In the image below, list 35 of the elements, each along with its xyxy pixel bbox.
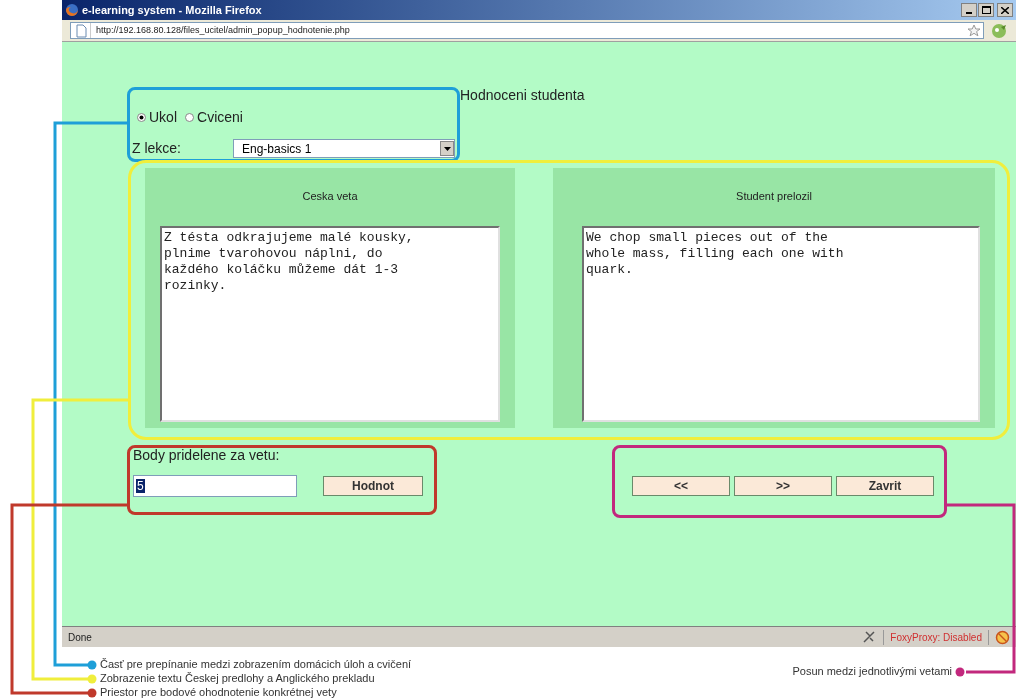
radio-button[interactable] xyxy=(185,112,194,122)
star-icon[interactable] xyxy=(967,23,981,38)
maximize-icon xyxy=(981,6,991,14)
browser-logo-icon xyxy=(65,3,79,17)
points-input-field[interactable]: 5 xyxy=(133,475,297,497)
close-icon xyxy=(1001,6,1009,14)
callout-text: Priestor pre bodové ohodnotenie konkrétnej vety xyxy=(100,686,337,699)
prohibited-icon[interactable] xyxy=(995,629,1010,645)
lesson-label: Z lekce: xyxy=(132,139,182,158)
url-text: http://192.168.80.128/files_ucitel/admin_popup_hodnotenie.php xyxy=(96,23,350,37)
radio-option[interactable]: Ukol xyxy=(137,106,177,128)
minimize-button[interactable] xyxy=(961,3,977,17)
lesson-dropdown[interactable]: Eng-basics 1 xyxy=(233,139,455,158)
close-button[interactable] xyxy=(997,3,1013,17)
panel-title: Ceska veta xyxy=(301,189,359,204)
callout-text: Zobrazenie textu Českej predlohy a Anglického prekladu xyxy=(100,672,375,685)
page-heading: Hodnoceni studenta xyxy=(460,86,586,104)
panel-title: Student prelozil xyxy=(735,189,813,204)
callout-text: Časť pre prepínanie medzi zobrazením domácich úloh a cvičení xyxy=(100,658,412,671)
radio-option[interactable]: Cviceni xyxy=(185,106,243,128)
maximize-button[interactable] xyxy=(978,3,994,17)
window-title: e-learning system - Mozilla Firefox xyxy=(82,2,262,18)
text-area[interactable]: We chop small pieces out of the whole mass, filling each one with quark. xyxy=(582,225,980,422)
grade-button[interactable]: Hodnot xyxy=(323,476,423,496)
addon-icon[interactable] xyxy=(990,22,1008,39)
text-area[interactable]: Z tésta odkrajujeme malé kousky, plnime tvarohovou náplni, do každého koláčku můžeme dát 1-3 rozinky. xyxy=(160,225,500,422)
callout-text: Posun medzi jednotlivými vetami xyxy=(792,665,952,678)
close-dialog-button[interactable]: Zavrit xyxy=(836,476,934,496)
previous-button[interactable]: << xyxy=(632,476,730,496)
minimize-icon xyxy=(966,12,972,14)
radio-button[interactable] xyxy=(137,112,146,122)
status-text: Done xyxy=(68,630,92,645)
address-bar[interactable]: http://192.168.80.128/files_ucitel/admin_popup_hodnotenie.php xyxy=(70,22,984,39)
points-label: Body pridelene za vetu: xyxy=(133,446,281,464)
next-button[interactable]: >> xyxy=(734,476,832,496)
